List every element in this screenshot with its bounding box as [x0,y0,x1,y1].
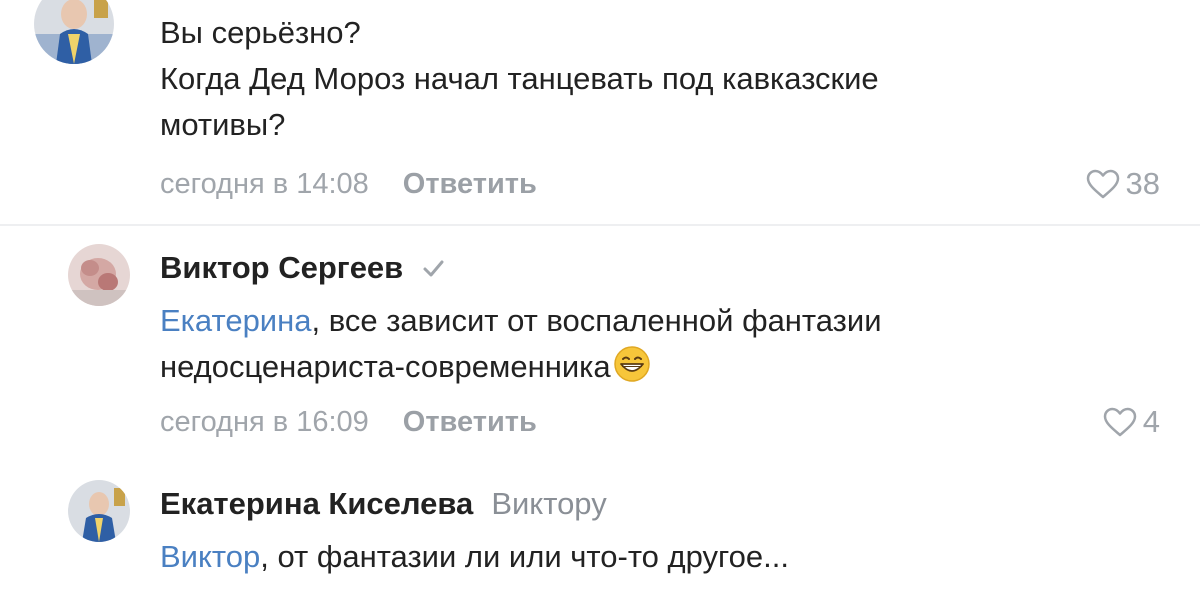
comment-text-fragment: , все зависит от воспаленной фантазии [311,303,882,338]
mention-link[interactable]: Виктор [160,539,260,574]
comment-text-line: Вы серьёзно? [160,15,361,50]
heart-icon [1086,169,1119,199]
checkmark-icon [423,260,444,277]
avatar[interactable] [34,0,114,64]
grinning-face-emoji [613,346,650,382]
reply-button[interactable]: Ответить [403,168,537,201]
comment-meta: сегодня в 14:08 Ответить 38 [160,164,1160,204]
author-name[interactable]: Виктор Сергеев [160,250,403,286]
comment-3: Екатерина Киселева Виктору Виктор, от фа… [0,460,1200,600]
comment-text: Вы серьёзно? Когда Дед Мороз начал танце… [160,10,1160,148]
comment-text: Екатерина, все зависит от воспаленной фа… [160,298,1160,390]
timestamp: сегодня в 16:09 [160,405,369,438]
comment-text-line: Виктор, от фантазии ли или что-то другое… [160,534,1160,580]
author-name[interactable]: Екатерина Киселева [160,486,473,522]
like-button[interactable]: 38 [1086,166,1160,202]
reply-button[interactable]: Ответить [403,406,537,439]
heart-icon [1103,407,1136,437]
like-count: 4 [1142,404,1160,439]
comment-text-line: Екатерина, все зависит от воспаленной фа… [160,298,1160,344]
like-button[interactable]: 4 [1103,404,1160,440]
comment-text-fragment: недосценариста-современника [160,349,611,384]
mention-link[interactable]: Екатерина [160,303,312,338]
comment-meta: сегодня в 16:09 Ответить 4 [160,402,1160,442]
avatar[interactable] [68,480,130,542]
reply-to-label[interactable]: Виктору [491,486,606,522]
like-count: 38 [1125,166,1160,201]
comment-text-line: мотивы? [160,107,286,142]
comment-text-line: Когда Дед Мороз начал танцевать под кавк… [160,61,879,96]
timestamp: сегодня в 14:08 [160,167,369,200]
author-row: Екатерина Киселева Виктору [160,484,1160,524]
author-row: Виктор Сергеев [160,248,1160,288]
comment-text: Виктор, от фантазии ли или что-то другое… [160,534,1160,580]
comment-2: Виктор Сергеев Екатерина, все зависит от… [0,226,1200,460]
comments-page: Вы серьёзно? Когда Дед Мороз начал танце… [0,0,1200,600]
comment-text-line: недосценариста-современника [160,344,1160,390]
avatar[interactable] [68,244,130,306]
comment-text-fragment: , от фантазии ли или что-то другое... [260,539,789,574]
comment-1: Вы серьёзно? Когда Дед Мороз начал танце… [0,0,1200,225]
